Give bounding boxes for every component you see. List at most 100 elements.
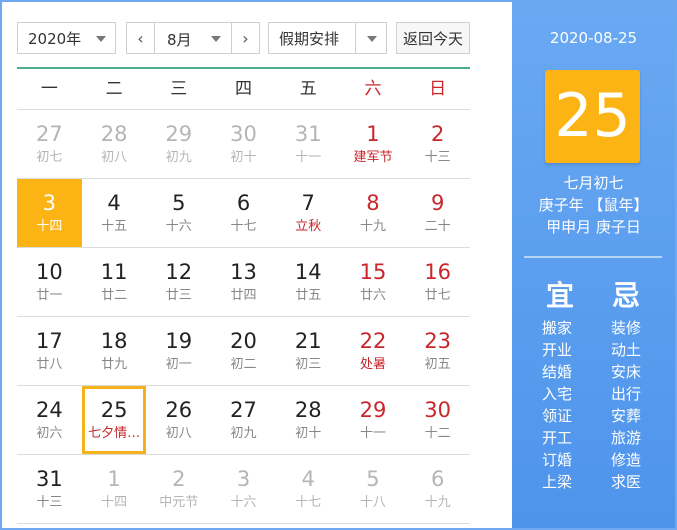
chevron-down-icon [96, 36, 106, 42]
day-cell[interactable]: 27 初九 [211, 386, 276, 454]
lunar-label: 十一 [295, 150, 322, 165]
prev-month-button[interactable]: ‹ [127, 23, 155, 53]
chevron-down-icon[interactable] [211, 36, 221, 42]
day-cell[interactable]: 22 处暑 [341, 317, 406, 385]
lunar-label: 廿八 [36, 357, 63, 372]
day-number: 29 [165, 122, 193, 146]
day-number: 23 [424, 329, 452, 353]
year-value: 2020年 [28, 29, 82, 48]
day-cell[interactable]: 29 初九 [146, 110, 211, 178]
day-number: 4 [107, 191, 121, 215]
day-cell[interactable]: 28 初八 [82, 110, 147, 178]
lunar-label: 初一 [165, 357, 192, 372]
day-cell[interactable]: 11 廿二 [82, 248, 147, 316]
day-number: 2 [430, 122, 445, 146]
day-cell[interactable]: 25 七夕情… [81, 386, 147, 454]
back-to-today-button[interactable]: 返回今天 [396, 22, 470, 54]
lunar-label: 十五 [101, 219, 128, 234]
day-cell[interactable]: 6 十七 [211, 179, 276, 247]
day-cell[interactable]: 18 廿九 [82, 317, 147, 385]
day-cell[interactable]: 3 十四 [17, 179, 82, 247]
chevron-left-icon: ‹ [137, 28, 144, 48]
lunar-label: 初八 [165, 426, 192, 441]
day-cell[interactable]: 30 初十 [211, 110, 276, 178]
day-cell[interactable]: 27 初七 [17, 110, 82, 178]
day-number: 18 [100, 329, 128, 353]
day-cell[interactable]: 12 廿三 [146, 248, 211, 316]
yi-item: 上梁 [542, 473, 573, 491]
day-number: 19 [165, 329, 193, 353]
month-selector: ‹ 8月 › [126, 22, 260, 54]
yi-title: 宜 [546, 279, 575, 312]
day-cell[interactable]: 4 十七 [276, 455, 341, 523]
day-cell[interactable]: 7 立秋 [276, 179, 341, 247]
lunar-label: 立秋 [295, 219, 322, 234]
day-cell[interactable]: 17 廿八 [17, 317, 82, 385]
day-cell[interactable]: 29 十一 [341, 386, 406, 454]
week-row: 24 初六 25 七夕情… 26 初八 27 初九 28 初十 29 十一 30 十二 [17, 386, 470, 455]
weekday-label: 六 [364, 79, 382, 99]
day-number: 30 [230, 122, 257, 146]
day-cell[interactable]: 26 初八 [146, 386, 211, 454]
ji-item: 修造 [611, 451, 642, 469]
day-cell[interactable]: 5 十八 [341, 455, 406, 523]
day-cell[interactable]: 16 廿七 [405, 248, 470, 316]
day-cell[interactable]: 2 中元节 [146, 455, 211, 523]
month-select[interactable]: 8月 [167, 29, 192, 50]
holiday-select[interactable]: 假期安排 [268, 22, 387, 54]
day-cell[interactable]: 2 十三 [405, 110, 470, 178]
yi-item: 开工 [542, 429, 573, 447]
weekday-label: 四 [235, 79, 253, 99]
day-cell[interactable]: 24 初六 [17, 386, 82, 454]
day-cell[interactable]: 4 十五 [82, 179, 147, 247]
lunar-label: 廿一 [36, 288, 63, 303]
day-number: 28 [294, 398, 322, 422]
day-cell[interactable]: 6 十九 [405, 455, 470, 523]
weekday-label: 二 [105, 79, 123, 99]
lunar-date: 七月初七 [563, 174, 624, 192]
day-cell[interactable]: 19 初一 [146, 317, 211, 385]
day-number: 21 [294, 329, 322, 353]
lunar-label: 十三 [36, 495, 63, 510]
lunar-info: 七月初七 庚子年 【鼠年】 甲申月 庚子日 [512, 172, 675, 238]
chevron-down-icon [367, 36, 377, 42]
lunar-label: 廿七 [424, 288, 451, 303]
lunar-label: 二十 [424, 219, 451, 234]
lunar-label: 十四 [101, 495, 128, 510]
day-cell[interactable]: 15 廿六 [341, 248, 406, 316]
lunar-label: 十九 [424, 495, 451, 510]
lunar-label: 初八 [101, 150, 128, 165]
calendar-grid: 27 初七 28 初八 29 初九 30 初十 31 十一 1 建军节 2 十三 3 十四 4 十五 5 十六 6 十七 7… [17, 110, 470, 524]
day-number: 1 [107, 467, 121, 491]
day-cell[interactable]: 14 廿五 [276, 248, 341, 316]
day-number: 12 [165, 260, 193, 284]
week-row: 31 十三 1 十四 2 中元节 3 十六 4 十七 5 十八 6 十九 [17, 455, 470, 524]
selected-date: 2020-08-25 [549, 29, 638, 47]
header-divider [17, 67, 470, 69]
day-cell[interactable]: 20 初二 [211, 317, 276, 385]
day-number: 3 [236, 467, 251, 491]
day-cell[interactable]: 31 十一 [276, 110, 341, 178]
day-cell[interactable]: 10 廿一 [17, 248, 82, 316]
ji-item: 出行 [611, 385, 642, 403]
day-cell[interactable]: 8 十九 [341, 179, 406, 247]
day-cell[interactable]: 9 二十 [405, 179, 470, 247]
year-select[interactable]: 2020年 [17, 22, 116, 54]
day-cell[interactable]: 23 初五 [405, 317, 470, 385]
weekday-header: 一二三四五六日 [17, 70, 470, 110]
day-cell[interactable]: 1 建军节 [341, 110, 406, 178]
day-cell[interactable]: 28 初十 [276, 386, 341, 454]
day-number: 17 [35, 329, 63, 353]
lunar-label: 十六 [165, 219, 192, 234]
day-cell[interactable]: 30 十二 [405, 386, 470, 454]
day-cell[interactable]: 5 十六 [146, 179, 211, 247]
day-cell[interactable]: 3 十六 [211, 455, 276, 523]
week-row: 27 初七 28 初八 29 初九 30 初十 31 十一 1 建军节 2 十三 [17, 110, 470, 179]
chevron-right-icon: › [242, 28, 249, 48]
day-cell[interactable]: 1 十四 [82, 455, 147, 523]
day-cell[interactable]: 13 廿四 [211, 248, 276, 316]
next-month-button[interactable]: › [231, 23, 259, 53]
day-cell[interactable]: 21 初三 [276, 317, 341, 385]
day-cell[interactable]: 31 十三 [17, 455, 82, 523]
day-number: 29 [359, 398, 387, 422]
